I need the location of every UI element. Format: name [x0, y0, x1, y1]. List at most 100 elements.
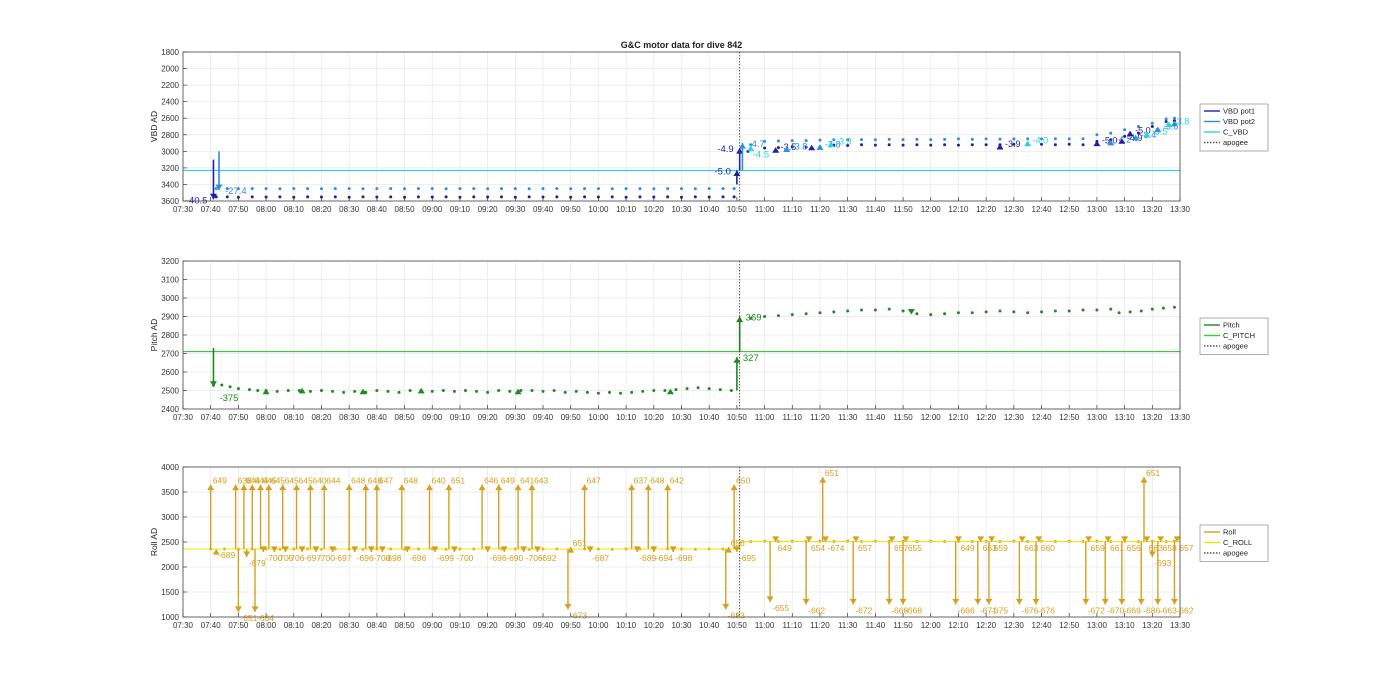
y-tick-label: 2500	[161, 387, 179, 396]
data-point-pitch	[1040, 310, 1044, 314]
data-point-vbd-pot2	[214, 187, 218, 191]
data-point-vbd-pot1	[732, 195, 736, 199]
x-tick-label: 09:10	[450, 205, 471, 214]
x-tick-label: 12:40	[1032, 205, 1053, 214]
x-tick-label: 08:20	[311, 205, 332, 214]
data-point-vbd-pot2	[638, 187, 642, 191]
y-tick-label: 2200	[161, 81, 179, 90]
roll-spike-label: -651	[240, 613, 257, 623]
x-tick-label: 09:20	[478, 413, 499, 422]
x-tick-label: 13:10	[1115, 205, 1136, 214]
roll-spike-label: 657	[1179, 543, 1193, 553]
roll-spike-label: -696	[409, 553, 426, 563]
x-tick-label: 13:30	[1170, 205, 1191, 214]
data-point-vbd-pot2	[1150, 121, 1154, 125]
data-point-pitch	[585, 390, 589, 394]
roll-spike-label: 651	[825, 468, 839, 478]
roll-spike-label: 643	[534, 476, 548, 486]
x-tick-label: 12:40	[1032, 413, 1053, 422]
x-tick-label: 08:40	[367, 621, 388, 630]
data-point-vbd-pot2	[583, 187, 587, 191]
x-tick-label: 08:50	[395, 205, 416, 214]
data-point-vbd-pot2	[721, 187, 725, 191]
roll-spike-label: -689	[639, 553, 656, 563]
roll-spike-label: 659	[1091, 543, 1105, 553]
data-point-pitch	[1109, 307, 1113, 311]
data-point-pitch	[441, 389, 445, 392]
data-point-pitch	[1053, 309, 1057, 313]
data-point-pitch	[308, 389, 312, 393]
data-point-vbd-pot2	[292, 187, 296, 191]
x-tick-label: 07:50	[228, 205, 249, 214]
x-tick-label: 09:40	[533, 621, 554, 630]
data-point-pitch	[475, 389, 479, 393]
x-tick-label: 08:30	[339, 205, 360, 214]
x-tick-label: 13:00	[1087, 413, 1108, 422]
x-tick-label: 09:10	[450, 413, 471, 422]
data-point-pitch	[530, 389, 534, 392]
data-point-vbd-pot1	[430, 195, 434, 199]
data-point-vbd-pot1	[499, 195, 503, 199]
x-tick-label: 12:30	[1004, 413, 1025, 422]
mark-label: -3.9	[1005, 139, 1021, 149]
y-axis-label: VBD AD	[149, 111, 159, 142]
y-tick-label: 2500	[161, 538, 179, 547]
data-point-vbd-pot2	[513, 187, 517, 191]
x-tick-label: 10:40	[699, 205, 720, 214]
data-point-vbd-pot1	[389, 195, 393, 199]
arrow-label: 327	[743, 353, 759, 364]
x-tick-label: 09:30	[505, 413, 526, 422]
y-tick-label: 2600	[161, 368, 179, 377]
x-tick-label: 07:40	[201, 413, 222, 422]
x-tick-label: 12:30	[1004, 205, 1025, 214]
data-point-pitch	[998, 309, 1002, 313]
data-point-vbd-pot1	[583, 195, 587, 199]
x-tick-label: 11:30	[838, 621, 858, 630]
data-point-vbd-pot2	[680, 187, 683, 191]
legend-entry-label: apogee	[1223, 342, 1248, 351]
data-point-pitch	[1139, 309, 1143, 313]
data-point-pitch	[674, 388, 678, 392]
roll-spike-label: 647	[379, 476, 393, 486]
data-point-pitch	[386, 389, 390, 393]
x-tick-label: 12:00	[921, 205, 942, 214]
data-point-vbd-pot2	[361, 187, 365, 191]
roll-spike-label: 650	[736, 476, 750, 486]
data-point-vbd-pot1	[375, 195, 379, 199]
data-point-vbd-pot1	[1067, 142, 1071, 146]
data-point-pitch	[1026, 311, 1030, 315]
data-point-pitch	[552, 389, 556, 392]
x-tick-label: 12:20	[976, 205, 997, 214]
data-point-pitch	[707, 387, 711, 391]
data-point-pitch	[663, 389, 667, 392]
x-tick-label: 12:50	[1059, 413, 1080, 422]
x-tick-label: 08:10	[284, 621, 305, 630]
x-tick-label: 12:30	[1004, 621, 1025, 630]
data-point-vbd-pot1	[458, 195, 462, 199]
data-point-vbd-pot2	[499, 187, 503, 191]
roll-spike-label: 645	[285, 476, 299, 486]
data-point-vbd-pot2	[776, 139, 780, 143]
x-tick-label: 10:00	[588, 205, 609, 214]
y-tick-label: 3000	[161, 294, 179, 303]
roll-spike-label: 655	[908, 543, 922, 553]
roll-spike-label: -662	[1176, 606, 1193, 616]
x-tick-label: 11:00	[755, 413, 775, 422]
roll-spike-label: 644	[326, 476, 340, 486]
x-tick-label: 11:10	[783, 205, 803, 214]
roll-spike-label: 637	[634, 476, 648, 486]
roll-spike-label: -684	[257, 613, 274, 623]
data-point-vbd-pot1	[1053, 143, 1057, 147]
x-tick-label: 12:40	[1032, 621, 1053, 630]
data-point-vbd-pot2	[1053, 137, 1057, 141]
roll-spike-label: -696	[490, 553, 507, 563]
x-tick-label: 07:40	[201, 621, 222, 630]
roll-spike-label: -697	[335, 553, 352, 563]
data-point-vbd-pot2	[333, 187, 337, 191]
x-tick-label: 11:20	[810, 621, 830, 630]
x-tick-label: 10:10	[616, 413, 637, 422]
x-tick-label: 11:20	[810, 205, 830, 214]
mark-label: -4.0	[1033, 136, 1049, 146]
data-point-pitch	[763, 315, 767, 318]
data-point-vbd-pot1	[596, 195, 600, 199]
